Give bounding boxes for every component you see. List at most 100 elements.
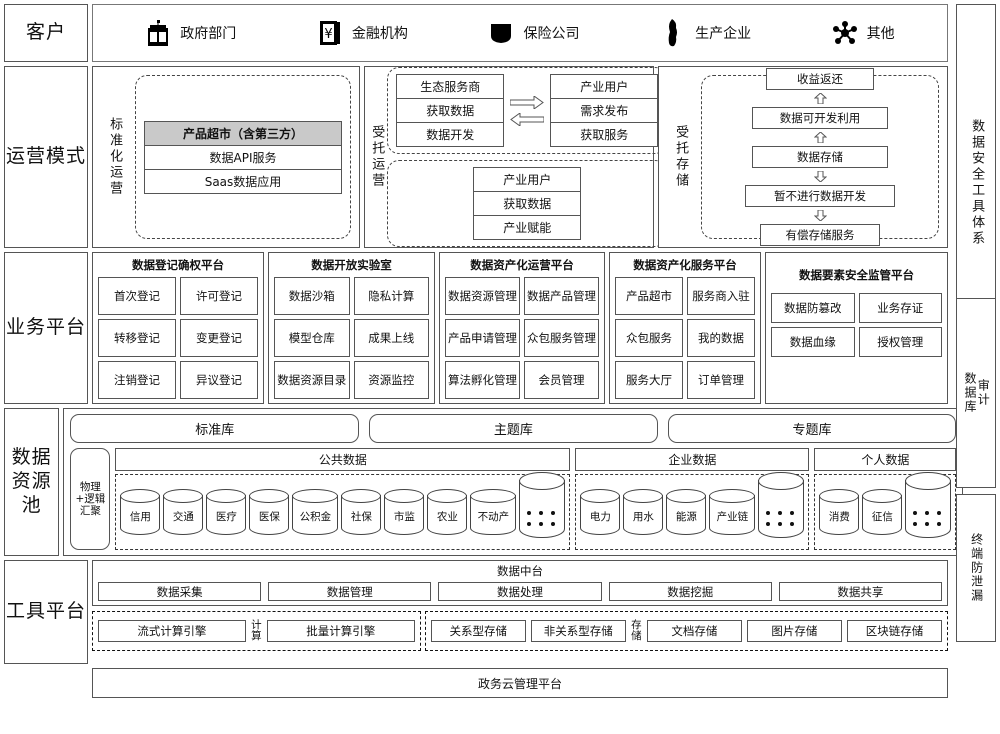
sidebar-item-business-platform: 业务平台 <box>4 252 88 404</box>
platform-tile[interactable]: 模型仓库 <box>274 319 350 357</box>
stack-item: 数据开发 <box>397 123 504 146</box>
data-cylinder[interactable]: 信用 <box>120 489 161 535</box>
midend-tile[interactable]: 数据管理 <box>268 582 432 601</box>
cylinder-label: 征信 <box>871 511 893 523</box>
data-cylinder-more[interactable] <box>519 472 566 538</box>
platform-tile[interactable]: 资源监控 <box>353 361 429 399</box>
platform-tile[interactable]: 订单管理 <box>687 361 755 399</box>
entrusted-storage-dashed-group: 收益返还 数据可开发利用 数据存储 暂不进行数据开发 有偿存储服务 <box>701 68 939 246</box>
platform-tile[interactable]: 众包服务 <box>615 319 683 357</box>
storage-tile[interactable]: 文档存储 <box>646 620 742 642</box>
platform-tile[interactable]: 产品申请管理 <box>445 319 520 357</box>
data-cylinder[interactable]: 交通 <box>163 489 204 535</box>
row-resource-pool: 数据资源池 标准库 主题库 专题库 物理+逻辑汇聚 公共数据 信用 交通 医疗 … <box>4 408 996 642</box>
platform-tile[interactable]: 服务大厅 <box>615 361 683 399</box>
data-cylinder[interactable]: 医保 <box>249 489 290 535</box>
shield-block-icon <box>488 19 514 47</box>
platform-assetization-operation: 数据资产化运营平台 数据资源管理 数据产品管理 产品申请管理 众包服务管理 算法… <box>439 252 605 404</box>
platform-tile[interactable]: 数据血缘 <box>771 327 855 357</box>
platform-tile[interactable]: 异议登记 <box>180 361 258 399</box>
platform-tile[interactable]: 成果上线 <box>353 319 429 357</box>
svg-text:¥: ¥ <box>324 27 332 42</box>
mode-entrusted-storage: 受托存储 收益返还 数据可开发利用 数据存储 暂不进行数据开发 有偿存储服务 <box>658 66 948 248</box>
factory-silhouette-icon <box>660 19 686 47</box>
standardized-stack: 产品超市（含第三方） 数据API服务 Saas数据应用 <box>144 120 342 194</box>
row-business-platforms: 业务平台 数据登记确权平台 首次登记 许可登记 转移登记 变更登记 注销登记 异… <box>4 252 996 488</box>
platform-tile[interactable]: 变更登记 <box>180 319 258 357</box>
compute-group-label: 计算 <box>251 618 262 642</box>
data-cylinder[interactable]: 医疗 <box>206 489 247 535</box>
storage-flow: 收益返还 数据可开发利用 数据存储 暂不进行数据开发 有偿存储服务 <box>712 68 928 246</box>
data-cylinder[interactable]: 征信 <box>862 489 903 535</box>
midend-tile[interactable]: 数据采集 <box>98 582 262 601</box>
midend-tile[interactable]: 数据挖掘 <box>608 582 772 601</box>
storage-group: 关系型存储 非关系型存储 存储 文档存储 图片存储 区块链存储 <box>424 611 948 651</box>
data-cylinder[interactable]: 消费 <box>819 489 860 535</box>
platform-tile[interactable]: 算法孵化管理 <box>445 361 520 399</box>
customer-item-insurance: 保险公司 <box>488 19 579 47</box>
library-item[interactable]: 专题库 <box>667 414 957 443</box>
exchange-arrows <box>510 95 545 126</box>
platform-security-supervision: 数据要素安全监管平台 数据防篡改 业务存证 数据血缘 授权管理 <box>765 252 948 404</box>
platform-tile[interactable]: 数据防篡改 <box>771 293 855 323</box>
customer-item-other: 其他 <box>832 19 895 47</box>
platform-tile[interactable]: 我的数据 <box>687 319 755 357</box>
data-cylinder[interactable]: 市监 <box>384 489 425 535</box>
data-cylinder[interactable]: 社保 <box>341 489 382 535</box>
data-cylinder[interactable]: 用水 <box>623 489 664 535</box>
cylinder-label: 农业 <box>436 511 458 523</box>
cloud-platform-bar[interactable]: 政务云管理平台 <box>92 668 948 698</box>
library-item[interactable]: 主题库 <box>369 414 658 443</box>
flow-step: 有偿存储服务 <box>760 224 880 246</box>
platform-tile[interactable]: 授权管理 <box>858 327 942 357</box>
group-enterprise-data: 企业数据 电力 用水 能源 产业链 <box>575 448 810 550</box>
midend-tile[interactable]: 数据处理 <box>438 582 602 601</box>
compute-tile[interactable]: 流式计算引擎 <box>98 620 246 642</box>
storage-tile[interactable]: 区块链存储 <box>846 620 942 642</box>
platform-tile[interactable]: 转移登记 <box>98 319 176 357</box>
platform-tile[interactable]: 许可登记 <box>180 277 258 315</box>
platform-tile[interactable]: 隐私计算 <box>353 277 429 315</box>
platform-title: 数据开放实验室 <box>311 258 392 272</box>
data-cylinder-more[interactable] <box>905 472 952 538</box>
stack-item: 获取数据 <box>474 192 581 216</box>
platform-tile[interactable]: 数据沙箱 <box>274 277 350 315</box>
data-cylinder[interactable]: 电力 <box>580 489 621 535</box>
platform-tile[interactable]: 数据资源管理 <box>445 277 520 315</box>
platform-tile[interactable]: 数据产品管理 <box>524 277 599 315</box>
storage-tile[interactable]: 关系型存储 <box>430 620 526 642</box>
data-cylinder[interactable]: 能源 <box>666 489 707 535</box>
midend-tile[interactable]: 数据共享 <box>778 582 943 601</box>
storage-tile[interactable]: 图片存储 <box>746 620 842 642</box>
platform-tile[interactable]: 众包服务管理 <box>524 319 599 357</box>
platform-tile[interactable]: 首次登记 <box>98 277 176 315</box>
data-cylinder[interactable]: 公积金 <box>292 489 339 535</box>
platform-title: 数据资产化运营平台 <box>470 258 574 272</box>
platform-tile[interactable]: 数据资源目录 <box>274 361 350 399</box>
platform-tile[interactable]: 业务存证 <box>858 293 942 323</box>
platform-tile[interactable]: 产品超市 <box>615 277 683 315</box>
stack-item: 数据API服务 <box>145 145 341 170</box>
platform-tile[interactable]: 注销登记 <box>98 361 176 399</box>
library-row: 标准库 主题库 专题库 <box>70 414 957 443</box>
stack-item: 产业赋能 <box>474 216 581 239</box>
platform-tile[interactable]: 服务商入驻 <box>687 277 755 315</box>
data-cylinder[interactable]: 不动产 <box>470 489 517 535</box>
cylinder-label: 市监 <box>393 511 415 523</box>
flow-step: 暂不进行数据开发 <box>745 185 895 207</box>
data-cylinder[interactable]: 产业链 <box>709 489 756 535</box>
row-tool-platform: 工具平台 数据中台 数据采集 数据管理 数据处理 数据挖掘 数据共享 流式计算引… <box>4 560 996 664</box>
customer-list: 政府部门 ¥ 金融机构 保险公司 生产企业 其他 <box>92 4 948 62</box>
standardized-dashed-group: 产品超市（含第三方） 数据API服务 Saas数据应用 <box>135 75 351 239</box>
cylinder-label: 产业链 <box>716 511 749 523</box>
row-customers: 客户 政府部门 ¥ 金融机构 保险公司 生产企业 其他 数据安全工具体系 <box>4 4 996 362</box>
library-item[interactable]: 标准库 <box>70 414 360 443</box>
platform-tile[interactable]: 会员管理 <box>524 361 599 399</box>
stack-item: 获取服务 <box>551 123 658 146</box>
storage-tile[interactable]: 非关系型存储 <box>530 620 626 642</box>
cylinder-label: 医保 <box>258 511 280 523</box>
resource-pool-body: 标准库 主题库 专题库 物理+逻辑汇聚 公共数据 信用 交通 医疗 医保 公积金… <box>63 408 964 556</box>
compute-tile[interactable]: 批量计算引擎 <box>266 620 415 642</box>
data-cylinder-more[interactable] <box>758 472 805 538</box>
data-cylinder[interactable]: 农业 <box>427 489 468 535</box>
